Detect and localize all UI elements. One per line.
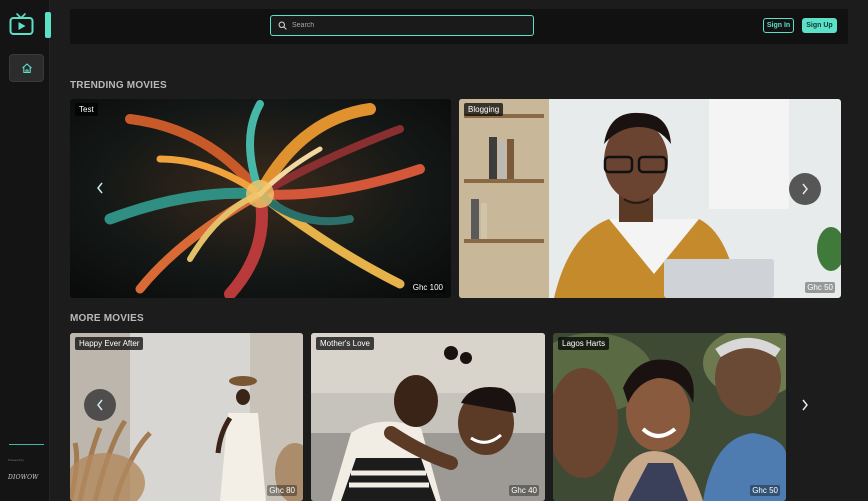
movie-title-label: Mother's Love [316,337,374,350]
chevron-left-icon [97,399,103,411]
sidebar-divider [9,444,44,445]
movie-price-label: Ghc 50 [805,282,835,293]
chevron-right-icon [802,183,808,195]
search-icon [278,21,287,30]
search-box[interactable] [270,15,534,36]
movie-card-blogging[interactable]: Blogging Ghc 50 [459,99,841,298]
sidebar-collapse-handle[interactable] [45,12,51,38]
movie-title-label: Lagos Harts [558,337,610,350]
more-movies-section-title: MORE MOVIES [70,313,144,324]
man-with-laptop-image [459,99,841,298]
movie-card-test[interactable]: Test Ghc 100 [70,99,451,298]
sidebar: Powered by DIOWOW [0,0,51,501]
trending-prev-arrow[interactable] [84,172,116,204]
more-movies-next-arrow[interactable] [789,389,821,421]
search-input[interactable] [292,16,533,35]
home-icon [21,63,32,74]
sign-up-button[interactable]: Sign Up [802,18,837,33]
movie-card-lagos-harts[interactable]: Lagos Harts Ghc 50 [553,333,786,501]
movie-title-label: Blogging [464,103,504,116]
family-laughing-image [553,333,786,501]
brand-mark: DIOWOW [8,474,39,481]
movie-title-label: Happy Ever After [75,337,144,350]
top-bar: Sign In Sign Up [70,9,848,44]
movie-price-label: Ghc 100 [410,282,445,293]
more-movies-prev-arrow[interactable] [84,389,116,421]
sign-in-button[interactable]: Sign In [763,18,794,33]
chevron-right-icon [802,399,808,411]
sidebar-item-home[interactable] [9,54,44,82]
mother-hugging-child-image [311,333,545,501]
movie-price-label: Ghc 40 [509,485,539,496]
powered-by-text: Powered by [8,458,24,462]
abstract-feathers-image [70,99,451,298]
movie-card-mothers-love[interactable]: Mother's Love Ghc 40 [311,333,545,501]
movie-price-label: Ghc 80 [267,485,297,496]
movie-title-label: Test [75,103,98,116]
trending-next-arrow[interactable] [789,173,821,205]
tv-logo-icon[interactable] [9,12,34,36]
movie-price-label: Ghc 50 [750,485,780,496]
trending-section-title: TRENDING MOVIES [70,80,167,91]
chevron-left-icon [97,182,103,194]
